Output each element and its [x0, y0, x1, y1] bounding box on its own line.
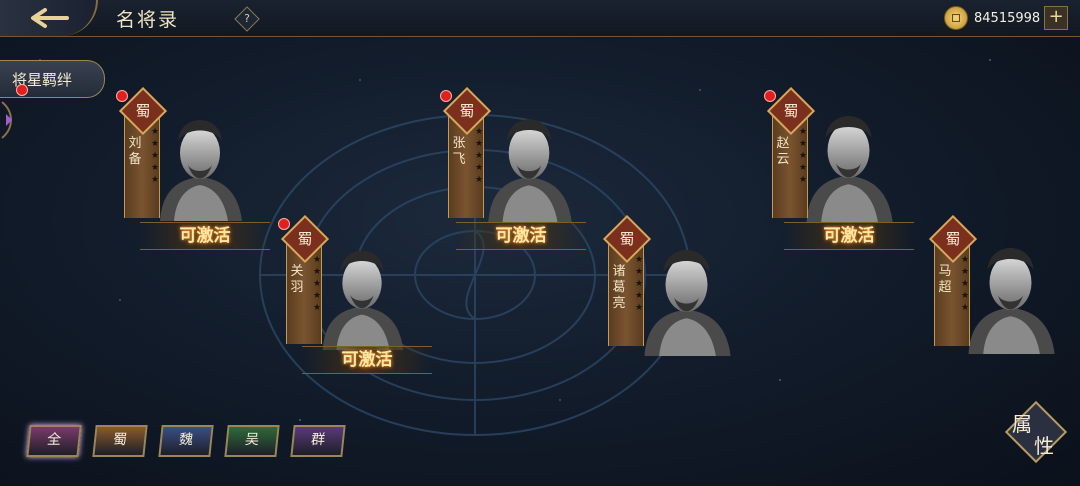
hero-star-rating: ★ ★ ★ ★ ★ — [312, 255, 322, 313]
currency-value: 84515998 — [974, 10, 1041, 26]
back-arrow-icon — [31, 8, 69, 28]
hero-portrait-zhugeliang[interactable] — [634, 228, 739, 358]
hero-name: 张飞 — [452, 136, 466, 167]
faction-label: 蜀 — [135, 102, 151, 120]
faction-label: 蜀 — [297, 230, 313, 248]
notification-dot — [16, 84, 28, 96]
hero-name: 马超 — [938, 264, 952, 295]
hero-portrait-guanyu[interactable] — [312, 232, 412, 350]
page-title: 名将录 — [116, 9, 180, 31]
back-button[interactable] — [0, 0, 98, 36]
notification-dot — [116, 90, 128, 102]
hero-name: 关羽 — [290, 264, 304, 295]
filter-button[interactable]: 群 — [290, 425, 346, 457]
notification-dot — [440, 90, 452, 102]
faction-label: 蜀 — [783, 102, 799, 120]
help-icon: ? — [244, 12, 250, 25]
top-bar: 名将录 ? 84515998 + — [0, 0, 1080, 37]
attribute-button[interactable]: 属 性 — [1004, 400, 1068, 464]
hero-star-rating: ★ ★ ★ ★ ★ — [960, 255, 970, 313]
notification-dot — [764, 90, 776, 102]
help-button[interactable]: ? — [234, 6, 260, 32]
hero-portrait-zhaoyun[interactable] — [796, 96, 901, 222]
expand-arrow-icon[interactable] — [0, 100, 20, 140]
faction-label: 蜀 — [459, 102, 475, 120]
hero-name: 刘备 — [128, 136, 142, 167]
faction-filter-bar: 全蜀魏吴群 — [26, 425, 346, 457]
hero-star-rating: ★ ★ ★ ★ ★ — [474, 127, 484, 185]
hero-name: 诸葛亮 — [612, 264, 626, 311]
faction-label: 蜀 — [619, 230, 635, 248]
filter-button[interactable]: 吴 — [224, 425, 280, 457]
attribute-label-1: 属 — [1012, 412, 1032, 436]
filter-button[interactable]: 全 — [26, 425, 82, 457]
hero-portrait-liubei[interactable] — [150, 100, 250, 222]
hero-star-rating: ★ ★ ★ ★ ★ — [798, 127, 808, 185]
filter-button[interactable]: 蜀 — [92, 425, 148, 457]
filter-button[interactable]: 魏 — [158, 425, 214, 457]
faction-label: 蜀 — [945, 230, 961, 248]
activate-button[interactable]: 可激活 — [456, 222, 586, 250]
attribute-label-2: 性 — [1034, 434, 1054, 458]
hero-portrait-zhangfei[interactable] — [474, 100, 584, 222]
tab-general-star-bond[interactable]: 将星羁绊 — [0, 60, 105, 98]
hero-star-rating: ★ ★ ★ ★ ★ — [150, 127, 160, 185]
notification-dot — [278, 218, 290, 230]
activate-button[interactable]: 可激活 — [140, 222, 270, 250]
hero-star-rating: ★ ★ ★ ★ ★ — [634, 255, 644, 313]
hero-portrait-machao[interactable] — [958, 226, 1063, 356]
coin-icon — [944, 6, 968, 30]
add-currency-button[interactable]: + — [1044, 6, 1069, 30]
hero-name: 赵云 — [776, 136, 790, 167]
activate-button[interactable]: 可激活 — [784, 222, 914, 250]
activate-button[interactable]: 可激活 — [302, 346, 432, 374]
currency-display: 84515998 + — [944, 6, 1069, 30]
